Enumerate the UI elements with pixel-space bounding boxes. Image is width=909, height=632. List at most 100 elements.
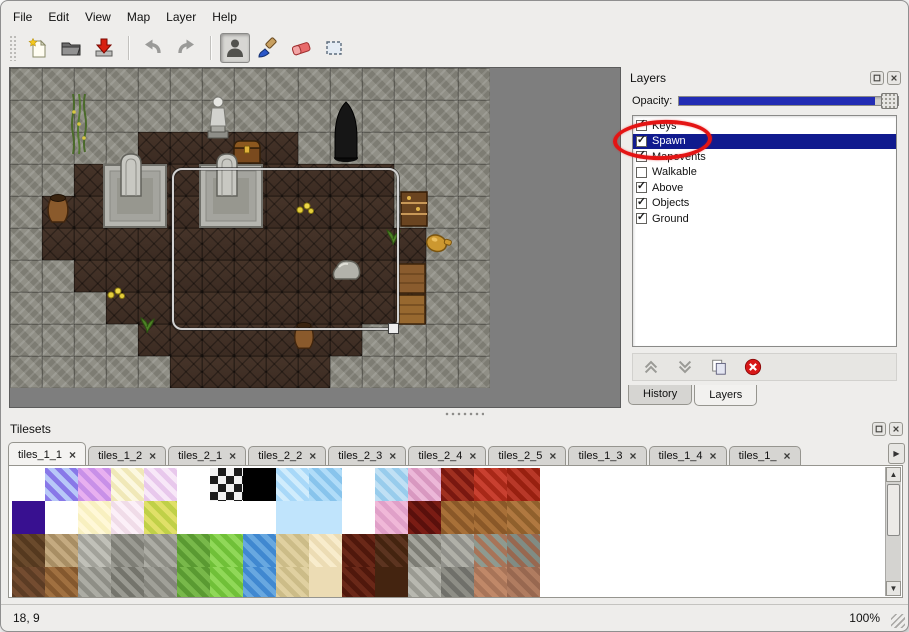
map-tile[interactable]	[170, 68, 202, 100]
tileset-tile[interactable]	[210, 501, 243, 534]
map-tile[interactable]	[266, 100, 298, 132]
map-tile[interactable]	[426, 68, 458, 100]
tileset-tile[interactable]	[441, 468, 474, 501]
layer-visibility-checkbox[interactable]	[636, 167, 647, 178]
tileset-tab-tiles_2_1[interactable]: tiles_2_1×	[168, 446, 246, 466]
map-tile[interactable]	[426, 292, 458, 324]
map-tile[interactable]	[458, 228, 490, 260]
map-tile[interactable]	[10, 324, 42, 356]
tileset-tile[interactable]	[507, 501, 540, 534]
tileset-tile[interactable]	[177, 468, 210, 501]
map-tile[interactable]	[234, 356, 266, 388]
tileset-tab-tiles_2_3[interactable]: tiles_2_3×	[328, 446, 406, 466]
map-tile[interactable]	[138, 228, 170, 260]
map-tile[interactable]	[42, 260, 74, 292]
map-tile[interactable]	[394, 132, 426, 164]
map-tile[interactable]	[458, 100, 490, 132]
map-tile[interactable]	[458, 164, 490, 196]
tab-close-icon[interactable]: ×	[629, 451, 636, 461]
tab-close-icon[interactable]: ×	[783, 451, 790, 461]
map-tile[interactable]	[74, 324, 106, 356]
map-tile[interactable]	[394, 356, 426, 388]
map-tile[interactable]	[42, 164, 74, 196]
map-tile[interactable]	[42, 228, 74, 260]
map-tile[interactable]	[234, 100, 266, 132]
map-tile[interactable]	[330, 68, 362, 100]
tileset-tile[interactable]	[177, 567, 210, 598]
map-tile[interactable]	[394, 68, 426, 100]
map-tile[interactable]	[362, 132, 394, 164]
map-tile[interactable]	[362, 68, 394, 100]
tileset-tile[interactable]	[408, 534, 441, 567]
tileset-tile[interactable]	[78, 534, 111, 567]
tab-close-icon[interactable]: ×	[549, 451, 556, 461]
tileset-tile[interactable]	[375, 567, 408, 598]
map-tile[interactable]	[458, 292, 490, 324]
map-tile[interactable]	[10, 356, 42, 388]
map-tile[interactable]	[10, 292, 42, 324]
map-tile[interactable]	[138, 68, 170, 100]
toolbar-save-button[interactable]	[89, 33, 119, 63]
map-canvas[interactable]	[9, 67, 621, 408]
map-tile[interactable]	[42, 324, 74, 356]
map-tile[interactable]	[138, 100, 170, 132]
scroll-down-button[interactable]: ▼	[886, 581, 901, 596]
tileset-tile[interactable]	[144, 534, 177, 567]
map-tile[interactable]	[266, 68, 298, 100]
map-tile[interactable]	[298, 356, 330, 388]
tileset-tile[interactable]	[45, 468, 78, 501]
tileset-tab-tiles_2_5[interactable]: tiles_2_5×	[488, 446, 566, 466]
tileset-tab-tiles_1_3[interactable]: tiles_1_3×	[568, 446, 646, 466]
tileset-tab-tiles_1_2[interactable]: tiles_1_2×	[88, 446, 166, 466]
map-tile[interactable]	[298, 100, 330, 132]
toolbar-new-button[interactable]	[23, 33, 53, 63]
duplicate-layer-button[interactable]	[707, 355, 731, 379]
layer-visibility-checkbox[interactable]: ✓	[636, 198, 647, 209]
layers-panel-float-button[interactable]	[870, 71, 884, 85]
menu-view[interactable]: View	[77, 7, 119, 27]
map-tile[interactable]	[10, 260, 42, 292]
tileset-tile[interactable]	[309, 534, 342, 567]
map-tile[interactable]	[10, 132, 42, 164]
toolbar-redo-button[interactable]	[171, 33, 201, 63]
tileset-tile[interactable]	[111, 567, 144, 598]
tileset-tile[interactable]	[276, 567, 309, 598]
tileset-tile[interactable]	[45, 501, 78, 534]
layer-row-spawn[interactable]: ✓Spawn	[633, 134, 896, 150]
layer-row-mapevents[interactable]: ✓Mapevents	[633, 149, 896, 165]
layers-panel-close-button[interactable]	[887, 71, 901, 85]
scroll-up-button[interactable]: ▲	[886, 467, 901, 482]
menu-file[interactable]: File	[5, 7, 40, 27]
map-tile[interactable]	[458, 356, 490, 388]
menu-edit[interactable]: Edit	[40, 7, 77, 27]
tileset-tile[interactable]	[12, 567, 45, 598]
tileset-tile[interactable]	[111, 468, 144, 501]
map[interactable]	[10, 68, 490, 388]
map-tile[interactable]	[458, 196, 490, 228]
map-tile[interactable]	[426, 324, 458, 356]
map-tile[interactable]	[106, 324, 138, 356]
tileset-tile[interactable]	[243, 501, 276, 534]
tab-close-icon[interactable]: ×	[69, 450, 76, 460]
tileset-tile[interactable]	[507, 468, 540, 501]
map-tile[interactable]	[234, 68, 266, 100]
tab-close-icon[interactable]: ×	[309, 451, 316, 461]
map-tile[interactable]	[426, 196, 458, 228]
map-tile[interactable]	[458, 132, 490, 164]
map-tile[interactable]	[10, 196, 42, 228]
map-tile[interactable]	[74, 228, 106, 260]
tileset-tile[interactable]	[243, 468, 276, 501]
map-tile[interactable]	[74, 292, 106, 324]
tileset-tile[interactable]	[507, 567, 540, 598]
map-tile[interactable]	[138, 356, 170, 388]
map-tile[interactable]	[10, 228, 42, 260]
move-layer-up-button[interactable]	[639, 355, 663, 379]
tileset-tile[interactable]	[78, 468, 111, 501]
tileset-tile[interactable]	[474, 534, 507, 567]
toolbar-stamp-tool-button[interactable]	[220, 33, 250, 63]
map-tile[interactable]	[298, 68, 330, 100]
map-tile[interactable]	[426, 260, 458, 292]
tab-close-icon[interactable]: ×	[389, 451, 396, 461]
tileset-tile[interactable]	[12, 534, 45, 567]
delete-layer-button[interactable]	[741, 355, 765, 379]
